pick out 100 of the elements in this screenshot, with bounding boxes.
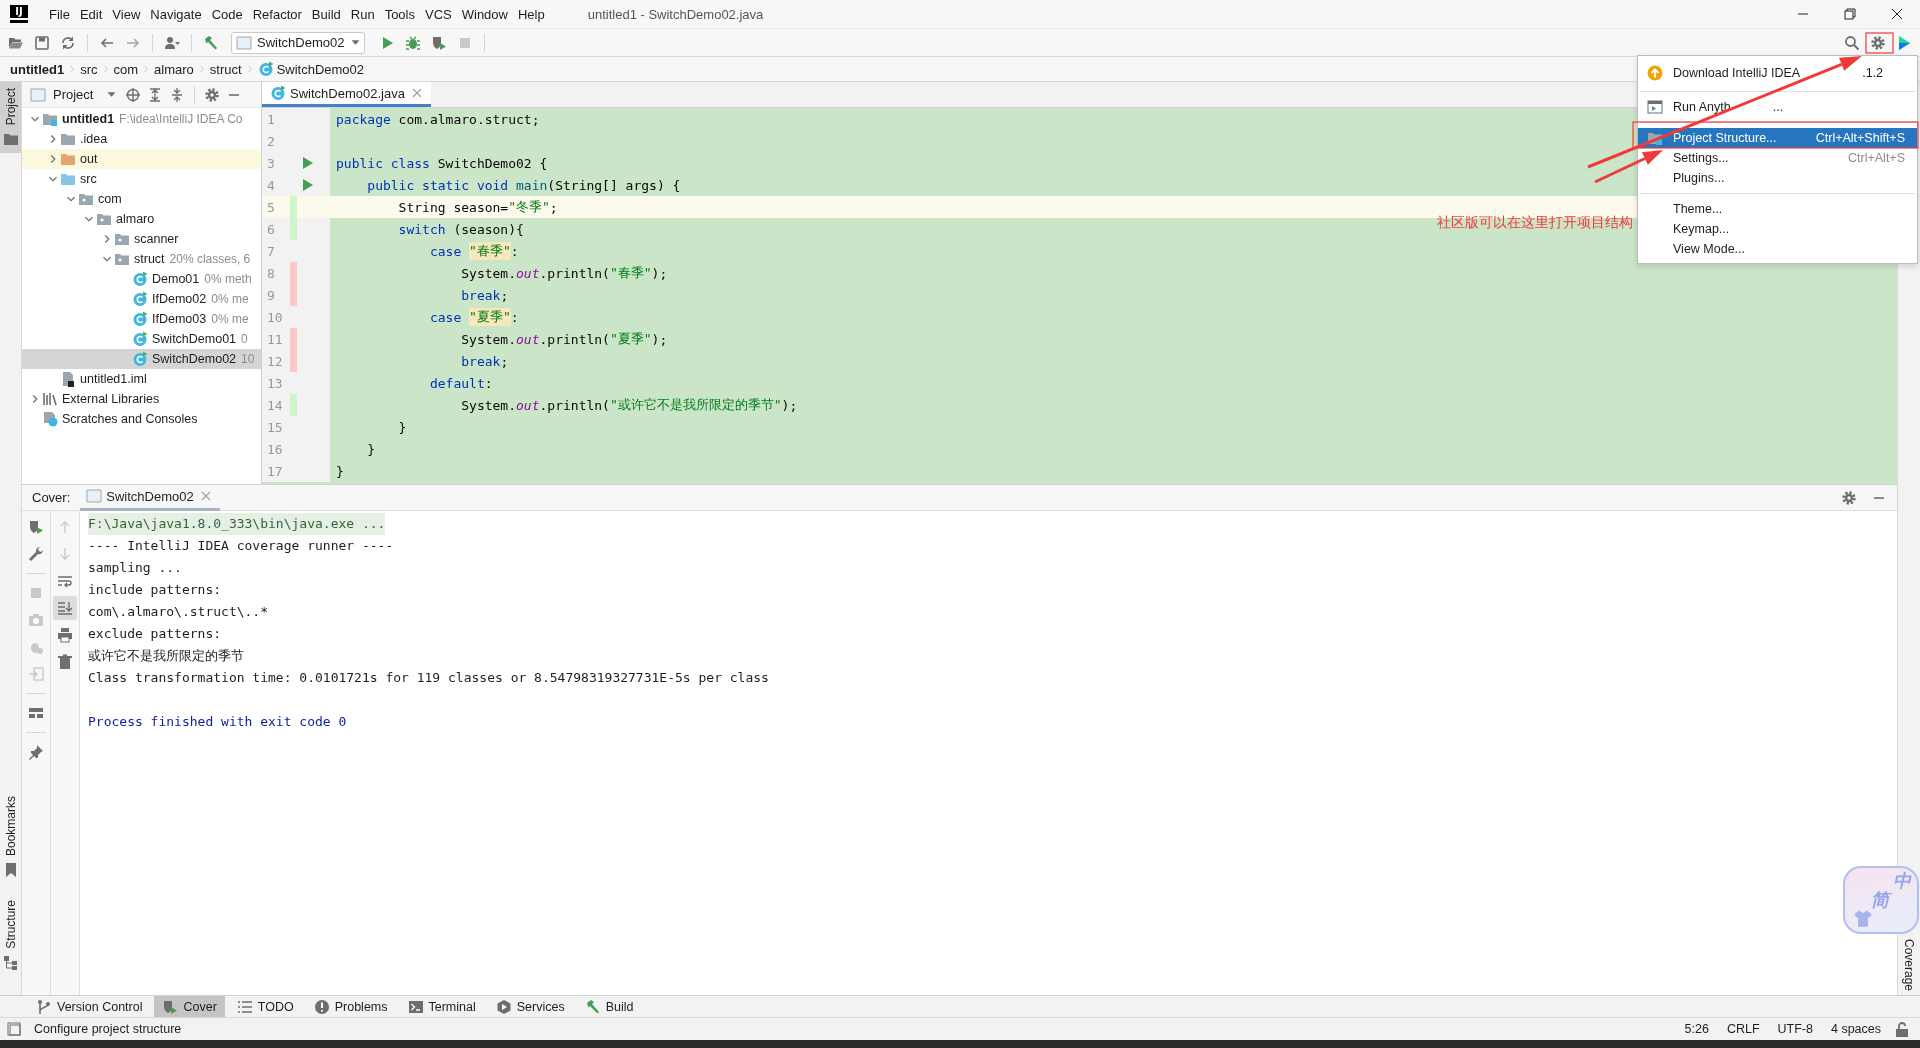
- package-folder-icon: [96, 211, 112, 227]
- line-number: 9: [266, 286, 276, 305]
- class-icon: [132, 271, 148, 287]
- tool-window-tab[interactable]: TODO: [228, 996, 302, 1017]
- tool-window-tab[interactable]: Terminal: [399, 996, 484, 1017]
- menu-item[interactable]: Edit: [74, 6, 108, 22]
- package-folder-icon: [114, 251, 130, 267]
- status-item[interactable]: UTF-8: [1770, 1022, 1820, 1036]
- menu-item[interactable]: Refactor: [247, 6, 307, 22]
- line-number: 17: [266, 462, 284, 481]
- trash-icon[interactable]: [57, 654, 73, 670]
- menu-item[interactable]: Settings... Ctrl+Alt+S: [1638, 148, 1917, 168]
- settings-icon[interactable]: [1841, 489, 1857, 506]
- status-item[interactable]: 5:26: [1677, 1022, 1716, 1036]
- soft-wrap-icon[interactable]: [57, 573, 73, 589]
- tree-item[interactable]: untitled1.iml: [22, 369, 261, 389]
- menu-item[interactable]: Code: [206, 6, 248, 22]
- status-item[interactable]: CRLF: [1719, 1022, 1767, 1036]
- run-configuration-dropdown[interactable]: SwitchDemo02: [231, 31, 365, 54]
- tool-window-tab[interactable]: Version Control: [28, 996, 151, 1017]
- caret-icon[interactable]: [106, 90, 116, 99]
- menu-item[interactable]: File: [44, 6, 75, 22]
- hammer-icon[interactable]: [203, 34, 219, 51]
- tree-item[interactable]: com: [22, 189, 261, 209]
- menu-item[interactable]: Build: [306, 6, 346, 22]
- tree-item[interactable]: untitled1 F:\idea\IntelliJ IDEA Co: [22, 109, 261, 129]
- breadcrumb-item[interactable]: untitled1: [10, 61, 65, 77]
- tree-item[interactable]: .idea: [22, 129, 261, 149]
- scroll-to-end-button[interactable]: [53, 596, 77, 620]
- library-icon: [42, 391, 58, 407]
- menu-item[interactable]: Navigate: [145, 6, 207, 22]
- wrench-icon[interactable]: [28, 546, 44, 562]
- rerun-coverage-icon[interactable]: [28, 519, 44, 535]
- pin-icon[interactable]: [28, 744, 44, 760]
- lock-icon[interactable]: [1894, 1021, 1910, 1037]
- tree-item[interactable]: struct 20% classes, 6: [22, 249, 261, 269]
- status-item[interactable]: 4 spaces: [1823, 1022, 1888, 1036]
- tree-item[interactable]: src: [22, 169, 261, 189]
- breadcrumb-item[interactable]: SwitchDemo02: [276, 61, 365, 77]
- locate-icon[interactable]: [125, 86, 142, 103]
- menu-item[interactable]: Theme...: [1638, 199, 1917, 219]
- settings-icon[interactable]: [204, 86, 221, 103]
- tree-item[interactable]: almaro: [22, 209, 261, 229]
- settings-icon[interactable]: [1870, 34, 1886, 51]
- panel-title[interactable]: Project: [53, 87, 94, 102]
- caret-icon: [351, 38, 360, 47]
- app-logo: IJ: [10, 5, 28, 23]
- coverage-icon[interactable]: [431, 34, 447, 51]
- tool-window-tab[interactable]: Build: [576, 996, 642, 1017]
- tool-window-tab[interactable]: Coverage: [1898, 936, 1920, 993]
- menu-item[interactable]: Help: [512, 6, 550, 22]
- tool-window-tab[interactable]: Problems: [305, 996, 396, 1017]
- tree-item[interactable]: SwitchDemo01 0: [22, 329, 261, 349]
- tool-window-tab[interactable]: Cover: [154, 996, 225, 1017]
- menu-item[interactable]: View: [107, 6, 146, 22]
- tree-item[interactable]: out: [22, 149, 261, 169]
- menu-item[interactable]: Run Anyth ...: [1638, 97, 1917, 117]
- search-icon[interactable]: [1844, 34, 1860, 51]
- menu-item[interactable]: Plugins...: [1638, 168, 1917, 188]
- tree-item[interactable]: scanner: [22, 229, 261, 249]
- project-structure-icon: [1647, 130, 1663, 146]
- tree-item[interactable]: SwitchDemo02 10: [22, 349, 261, 369]
- print-icon[interactable]: [57, 627, 73, 643]
- breadcrumb-item[interactable]: com: [113, 61, 139, 77]
- folder-icon: [60, 171, 76, 187]
- sync-icon[interactable]: [60, 34, 76, 51]
- tool-window-tab[interactable]: Services: [487, 996, 573, 1017]
- user-icon[interactable]: [164, 34, 180, 51]
- menu-item[interactable]: View Mode...: [1638, 239, 1917, 259]
- breadcrumb-item[interactable]: struct: [209, 61, 242, 77]
- save-icon[interactable]: [34, 34, 50, 51]
- line-number: 13: [266, 374, 284, 393]
- code-line: break;: [460, 352, 509, 371]
- restore-icon[interactable]: [1841, 6, 1858, 22]
- play-logo-icon[interactable]: [1896, 34, 1912, 51]
- editor-tab[interactable]: SwitchDemo02.java: [262, 82, 431, 107]
- tree-item[interactable]: External Libraries: [22, 389, 261, 409]
- menu-item[interactable]: Tools: [379, 6, 420, 22]
- window-title: untitled1 - SwitchDemo02.java: [587, 6, 764, 22]
- menu-item[interactable]: Download IntelliJ IDEA .1.2: [1638, 60, 1917, 86]
- line-number: 10: [266, 308, 284, 327]
- code-line: case "春季":: [428, 241, 519, 262]
- tool-window-tab[interactable]: Project: [0, 82, 21, 154]
- menu-item[interactable]: Project Structure... Ctrl+Alt+Shift+S: [1638, 128, 1917, 148]
- layout-icon[interactable]: [28, 705, 44, 721]
- menu-item[interactable]: Keymap...: [1638, 219, 1917, 239]
- menu-item[interactable]: Window: [456, 6, 513, 22]
- tool-window-tab[interactable]: Bookmarks: [0, 790, 21, 885]
- tree-item[interactable]: Scratches and Consoles: [22, 409, 261, 429]
- tool-window-tab[interactable]: Structure: [0, 894, 21, 977]
- tree-item[interactable]: Demo01 0% meth: [22, 269, 261, 289]
- tree-item[interactable]: IfDemo02 0% me: [22, 289, 261, 309]
- package-folder-icon: [78, 191, 94, 207]
- tree-item[interactable]: IfDemo03 0% me: [22, 309, 261, 329]
- menu-item[interactable]: VCS: [420, 6, 457, 22]
- breadcrumb-item[interactable]: almaro: [154, 61, 194, 77]
- code-line: }: [336, 462, 344, 481]
- panel-toggle-icon[interactable]: [6, 1021, 22, 1037]
- menu-item[interactable]: Run: [345, 6, 380, 22]
- breadcrumb-item[interactable]: src: [80, 61, 98, 77]
